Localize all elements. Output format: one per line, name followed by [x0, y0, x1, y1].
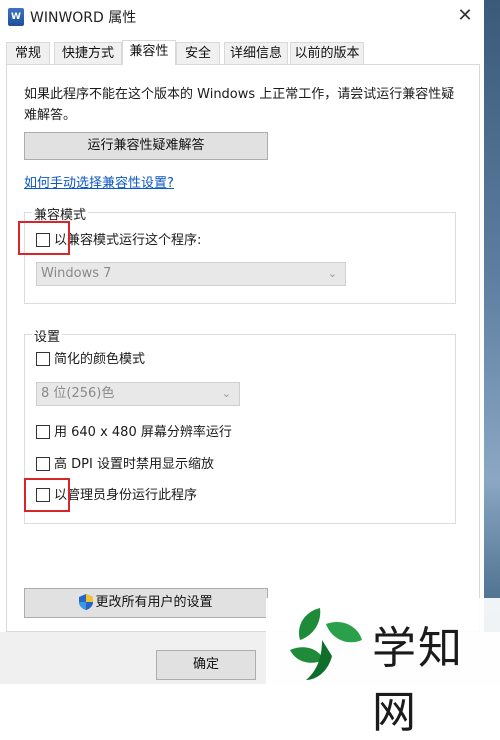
all-users-button[interactable]: 更改所有用户的设置 — [24, 588, 268, 618]
color-mode-select[interactable]: 8 位(256)色 ⌄ — [36, 382, 240, 406]
reduced-color-row[interactable]: 简化的颜色模式 — [36, 350, 145, 370]
watermark-text: 学知网 — [372, 623, 464, 738]
word-app-icon: W — [8, 8, 24, 26]
highlight-compat-checkbox — [18, 221, 70, 255]
chevron-down-icon: ⌄ — [221, 387, 231, 400]
compat-mode-checkbox-label: 以兼容模式运行这个程序: — [54, 233, 202, 248]
resolution-label: 用 640 x 480 屏幕分辨率运行 — [54, 425, 232, 440]
all-users-label: 更改所有用户的设置 — [95, 595, 213, 610]
os-version-select[interactable]: Windows 7 ⌄ — [36, 262, 346, 286]
highlight-admin-checkbox — [24, 478, 70, 512]
window-title: WINWORD 属性 — [30, 10, 137, 26]
manual-compat-link[interactable]: 如何手动选择兼容性设置? — [24, 172, 174, 191]
compat-mode-group — [24, 212, 456, 304]
compat-description: 如果此程序不能在这个版本的 Windows 上正常工作，请尝试运行兼容性疑难解答… — [24, 87, 455, 123]
tab-compatibility[interactable]: 兼容性 — [122, 40, 176, 65]
dpi-checkbox[interactable] — [36, 456, 50, 471]
tab-shortcut[interactable]: 快捷方式 — [54, 42, 122, 64]
os-version-value: Windows 7 — [41, 266, 112, 281]
resolution-checkbox[interactable] — [36, 424, 50, 439]
dpi-row[interactable]: 高 DPI 设置时禁用显示缩放 — [36, 455, 214, 475]
desktop-background — [484, 0, 500, 684]
dpi-label: 高 DPI 设置时禁用显示缩放 — [54, 457, 214, 472]
tab-details[interactable]: 详细信息 — [224, 42, 288, 64]
reduced-color-checkbox[interactable] — [36, 351, 50, 366]
color-mode-value: 8 位(256)色 — [41, 386, 115, 401]
tab-general[interactable]: 常规 — [6, 42, 50, 64]
uac-shield-icon — [79, 593, 94, 610]
admin-label: 以管理员身份运行此程序 — [54, 488, 198, 503]
close-button[interactable]: ✕ — [452, 4, 478, 28]
reduced-color-label: 简化的颜色模式 — [54, 352, 146, 367]
troubleshoot-button[interactable]: 运行兼容性疑难解答 — [24, 132, 268, 160]
chevron-down-icon: ⌄ — [327, 267, 337, 280]
tab-previous-versions[interactable]: 以前的版本 — [290, 42, 364, 64]
ok-button[interactable]: 确定 — [156, 650, 256, 680]
watermark-logo — [290, 608, 362, 680]
tab-security[interactable]: 安全 — [176, 42, 220, 64]
resolution-row[interactable]: 用 640 x 480 屏幕分辨率运行 — [36, 423, 232, 443]
settings-legend: 设置 — [32, 326, 63, 345]
